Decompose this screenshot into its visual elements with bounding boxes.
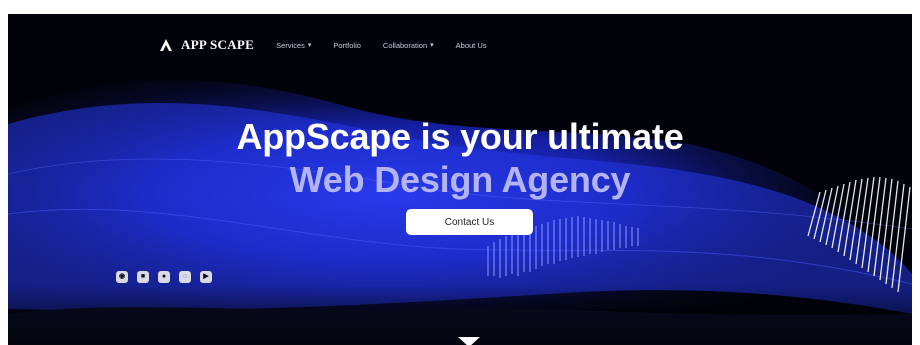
nav-label-portfolio: Portfolio [333,40,361,50]
nav-label-services: Services [276,40,305,50]
page: APP SCAPE Services ▾ Portfolio Collabora… [0,0,920,345]
contact-us-button[interactable]: Contact Us [406,209,533,235]
chevron-down-icon: ▾ [430,42,434,49]
instagram-icon[interactable]: ◉ [116,271,128,283]
hero-headline-line2: Web Design Agency [289,159,631,200]
nav-label-collaboration: Collaboration [382,40,428,50]
brand-logo[interactable]: APP SCAPE [158,37,254,53]
dribbble-icon[interactable]: ◌ [179,271,191,283]
scroll-down-icon[interactable] [456,334,482,345]
nav-label-about-us: About Us [455,40,487,50]
brand-name: APP SCAPE [181,37,255,52]
nav-item-collaboration[interactable]: Collaboration ▾ [383,41,434,50]
app-scape-logo-icon [160,39,172,51]
linkedin-icon[interactable]: ■ [137,271,149,283]
chevron-down-icon: ▾ [307,42,312,49]
top-navbar: APP SCAPE Services ▾ Portfolio Collabora… [158,30,487,60]
hero-headline-line1: AppScape is your ultimate [236,116,684,157]
hero-section: APP SCAPE Services ▾ Portfolio Collabora… [8,14,912,345]
nav-item-about-us[interactable]: About Us [456,41,487,50]
social-links: ◉ ■ ● ◌ ▶ [116,271,212,283]
youtube-icon[interactable]: ▶ [200,271,212,283]
nav-item-portfolio[interactable]: Portfolio [333,41,361,50]
behance-icon[interactable]: ● [158,271,170,283]
nav-item-services[interactable]: Services ▾ [276,41,311,50]
